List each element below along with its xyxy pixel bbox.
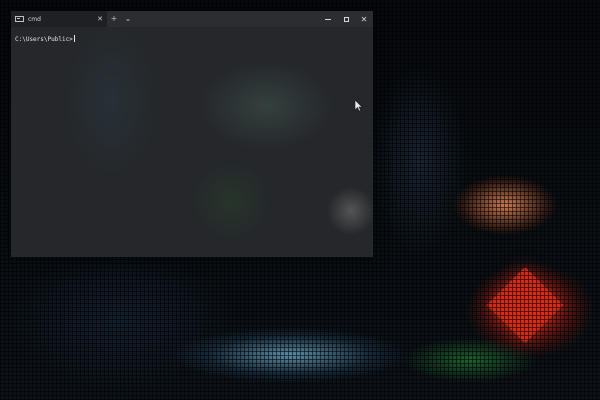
- chevron-down-icon[interactable]: ⌄: [121, 11, 135, 27]
- mouse-pointer-icon: [354, 99, 363, 112]
- new-tab-button[interactable]: +: [107, 11, 121, 27]
- tab-cmd[interactable]: cmd ✕: [11, 11, 107, 27]
- terminal-window[interactable]: cmd ✕ + ⌄ ✕ C:\Users\Public>: [11, 11, 373, 257]
- minimize-button[interactable]: [319, 11, 337, 27]
- console-area[interactable]: C:\Users\Public>: [11, 27, 373, 51]
- minimize-icon: [325, 18, 331, 20]
- terminal-icon: [15, 16, 24, 22]
- text-cursor: [73, 35, 75, 42]
- maximize-button[interactable]: [337, 11, 355, 27]
- maximize-icon: [343, 16, 349, 22]
- desktop-background: cmd ✕ + ⌄ ✕ C:\Users\Public>: [0, 0, 600, 400]
- command-prompt: C:\Users\Public>: [15, 36, 73, 43]
- tab-title: cmd: [28, 15, 41, 23]
- title-bar[interactable]: cmd ✕ + ⌄ ✕: [11, 11, 373, 27]
- close-window-button[interactable]: ✕: [355, 11, 373, 27]
- close-icon[interactable]: ✕: [97, 15, 103, 23]
